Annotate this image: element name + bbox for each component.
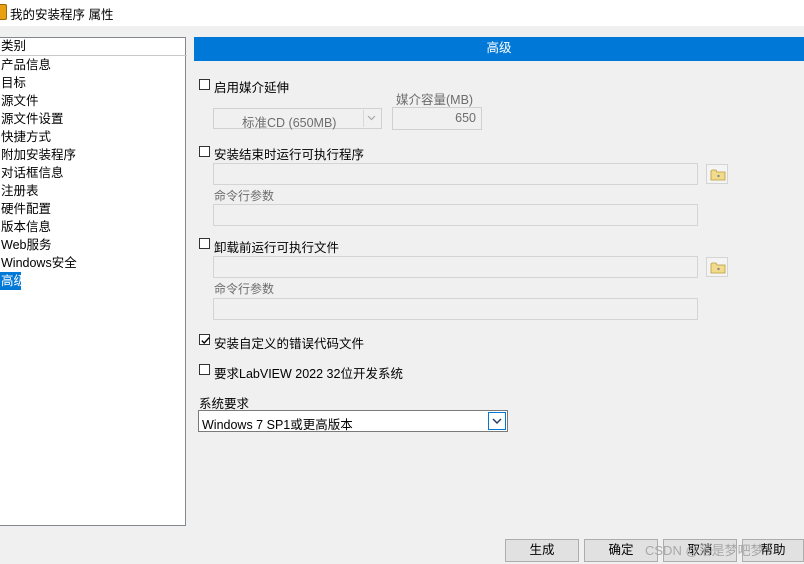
media-span-checkbox[interactable] xyxy=(199,79,210,90)
category-item-web-services[interactable]: Web服务 xyxy=(0,236,185,254)
custom-error-codes-checkbox[interactable] xyxy=(199,334,210,345)
category-item-advanced[interactable]: 高级 xyxy=(0,272,26,290)
post-install-args-label: 命令行参数 xyxy=(214,189,275,203)
category-item-version-info[interactable]: 版本信息 xyxy=(0,218,185,236)
chevron-down-icon[interactable] xyxy=(488,412,506,430)
title-bar: 我的安装程序 属性 xyxy=(0,0,804,26)
category-list: 产品信息 目标 源文件 源文件设置 快捷方式 附加安装程序 对话框信息 注册表 … xyxy=(0,56,185,290)
post-install-args-field[interactable] xyxy=(213,204,698,226)
category-item-hardware-config[interactable]: 硬件配置 xyxy=(0,200,185,218)
system-requirements-value: Windows 7 SP1或更高版本 xyxy=(202,418,353,432)
pre-uninstall-browse-button[interactable] xyxy=(706,257,728,277)
category-panel: 类别 产品信息 目标 源文件 源文件设置 快捷方式 附加安装程序 对话框信息 注… xyxy=(0,37,187,526)
require-labview-checkbox[interactable] xyxy=(199,364,210,375)
category-item-source-files[interactable]: 源文件 xyxy=(0,92,185,110)
system-requirements-select[interactable]: Windows 7 SP1或更高版本 xyxy=(198,410,508,432)
category-item-source-file-settings[interactable]: 源文件设置 xyxy=(0,110,185,128)
pre-uninstall-args-field[interactable] xyxy=(213,298,698,320)
window-title: 我的安装程序 属性 xyxy=(10,8,114,22)
media-span-label: 启用媒介延伸 xyxy=(214,81,290,95)
pre-uninstall-args-label: 命令行参数 xyxy=(214,282,275,296)
custom-error-codes-label: 安装自定义的错误代码文件 xyxy=(214,337,365,351)
category-item-registry[interactable]: 注册表 xyxy=(0,182,185,200)
media-capacity-label: 媒介容量(MB) xyxy=(396,93,474,107)
media-type-select[interactable]: 标准CD (650MB) xyxy=(213,108,382,130)
installer-app-icon xyxy=(0,4,7,20)
media-capacity-field[interactable]: 650 xyxy=(392,107,482,130)
page-title: 高级 xyxy=(194,37,804,61)
checkmark-icon xyxy=(201,337,210,345)
category-item-additional-installers[interactable]: 附加安装程序 xyxy=(0,146,185,164)
folder-icon xyxy=(710,169,726,181)
pre-uninstall-run-checkbox[interactable] xyxy=(199,238,210,249)
post-install-browse-button[interactable] xyxy=(706,164,728,184)
post-install-run-checkbox[interactable] xyxy=(199,146,210,157)
category-item-product-info[interactable]: 产品信息 xyxy=(0,56,185,74)
chevron-down-icon xyxy=(363,110,380,127)
require-labview-label: 要求LabVIEW 2022 32位开发系统 xyxy=(214,367,403,381)
category-item-windows-security[interactable]: Windows安全 xyxy=(0,254,185,272)
category-item-destination[interactable]: 目标 xyxy=(0,74,185,92)
category-item-dialog-info[interactable]: 对话框信息 xyxy=(0,164,185,182)
watermark: CSDN @落是梦吧梦 xyxy=(645,543,764,558)
post-install-path-field[interactable] xyxy=(213,163,698,185)
pre-uninstall-path-field[interactable] xyxy=(213,256,698,278)
pre-uninstall-run-label: 卸载前运行可执行文件 xyxy=(214,241,340,255)
build-button[interactable]: 生成 xyxy=(505,539,579,562)
media-type-value: 标准CD (650MB) xyxy=(242,116,337,130)
category-header: 类别 xyxy=(0,38,187,56)
post-install-run-label: 安装结束时运行可执行程序 xyxy=(214,148,365,162)
folder-icon xyxy=(710,262,726,274)
category-item-shortcuts[interactable]: 快捷方式 xyxy=(0,128,185,146)
